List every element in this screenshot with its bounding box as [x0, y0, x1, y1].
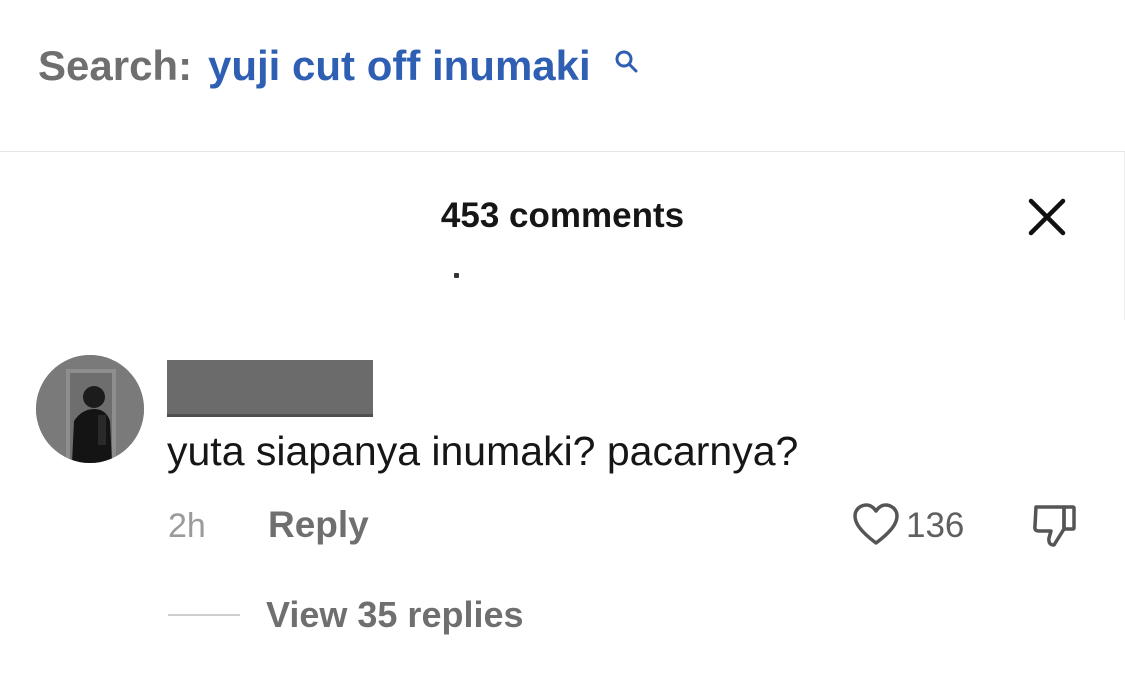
search-icon[interactable] — [612, 48, 642, 78]
search-bar[interactable]: Search: yuji cut off inumaki — [0, 0, 1125, 152]
like-count: 136 — [906, 506, 965, 545]
avatar[interactable] — [36, 355, 144, 463]
page: Search: yuji cut off inumaki 453 comment… — [0, 0, 1125, 678]
heart-icon[interactable] — [852, 503, 900, 547]
drag-handle-dot — [454, 273, 459, 278]
close-icon[interactable] — [1026, 196, 1068, 238]
replies-divider-line — [168, 614, 240, 616]
comment-text: yuta siapanya inumaki? pacarnya? — [167, 428, 799, 474]
username-redacted — [167, 360, 373, 417]
comments-count: 453 comments — [440, 196, 685, 235]
search-query[interactable]: yuji cut off inumaki — [208, 40, 591, 92]
view-replies-button[interactable]: View 35 replies — [266, 592, 524, 638]
comments-header: 453 comments — [0, 152, 1125, 320]
comment-time: 2h — [168, 507, 206, 545]
search-prefix: Search: — [38, 42, 193, 89]
reply-button[interactable]: Reply — [268, 502, 369, 548]
thumbs-down-icon[interactable] — [1030, 503, 1078, 549]
